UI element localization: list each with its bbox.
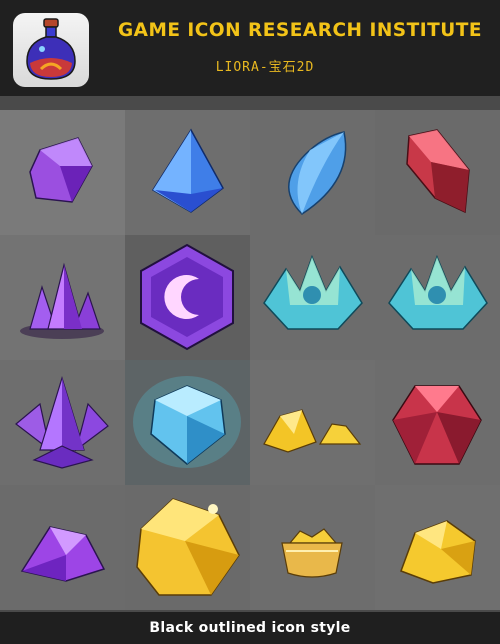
- gem-tile[interactable]: [0, 485, 125, 610]
- page-subtitle: LIORA-宝石2D: [215, 60, 315, 75]
- gem-tile[interactable]: [125, 485, 250, 610]
- purple-hexagon-moon-icon: [140, 243, 234, 351]
- red-crystal-icon: [406, 129, 470, 214]
- blue-triangular-gem-icon: [151, 128, 224, 213]
- gem-tile[interactable]: [125, 235, 250, 360]
- page-title: GAME ICON RESEARCH INSTITUTE: [117, 20, 483, 41]
- gem-tile[interactable]: [125, 360, 250, 485]
- gold-rock-icon: [400, 520, 476, 584]
- purple-gem-rock-icon: [20, 526, 106, 582]
- header-bar: GAME ICON RESEARCH INSTITUTE LIORA-宝石2D: [0, 0, 500, 96]
- gold-nuggets-icon: [263, 409, 362, 453]
- footer-bar: Black outlined icon style: [0, 612, 500, 644]
- purple-crystal-cluster-icon: [20, 262, 104, 339]
- style-caption: Black outlined icon style: [149, 620, 351, 636]
- gem-tile[interactable]: [375, 235, 500, 360]
- large-gold-crystal-icon: [136, 498, 240, 596]
- gem-tile[interactable]: [375, 360, 500, 485]
- gem-icon-grid: [0, 110, 500, 610]
- purple-crystal-icon: [29, 137, 93, 203]
- gem-tile[interactable]: [250, 235, 375, 360]
- red-faceted-gem-icon: [392, 385, 482, 465]
- potion-bottle-icon: [26, 18, 76, 80]
- gem-tile[interactable]: [0, 360, 125, 485]
- app-logo: [13, 13, 89, 87]
- teal-crystal-flower-icon: [263, 254, 363, 330]
- gem-tile[interactable]: [375, 110, 500, 235]
- glowing-blue-gem-icon: [133, 376, 241, 468]
- purple-crystal-spikes-icon: [15, 375, 109, 469]
- blue-leaf-gem-icon: [288, 131, 347, 215]
- gem-tile[interactable]: [250, 360, 375, 485]
- gem-tile[interactable]: [250, 110, 375, 235]
- gold-gems-bowl-icon: [281, 528, 343, 578]
- gem-tile[interactable]: [125, 110, 250, 235]
- gem-tile[interactable]: [0, 110, 125, 235]
- gem-tile[interactable]: [0, 235, 125, 360]
- teal-crystal-flower-icon: [388, 254, 488, 330]
- gem-tile[interactable]: [375, 485, 500, 610]
- gem-tile[interactable]: [250, 485, 375, 610]
